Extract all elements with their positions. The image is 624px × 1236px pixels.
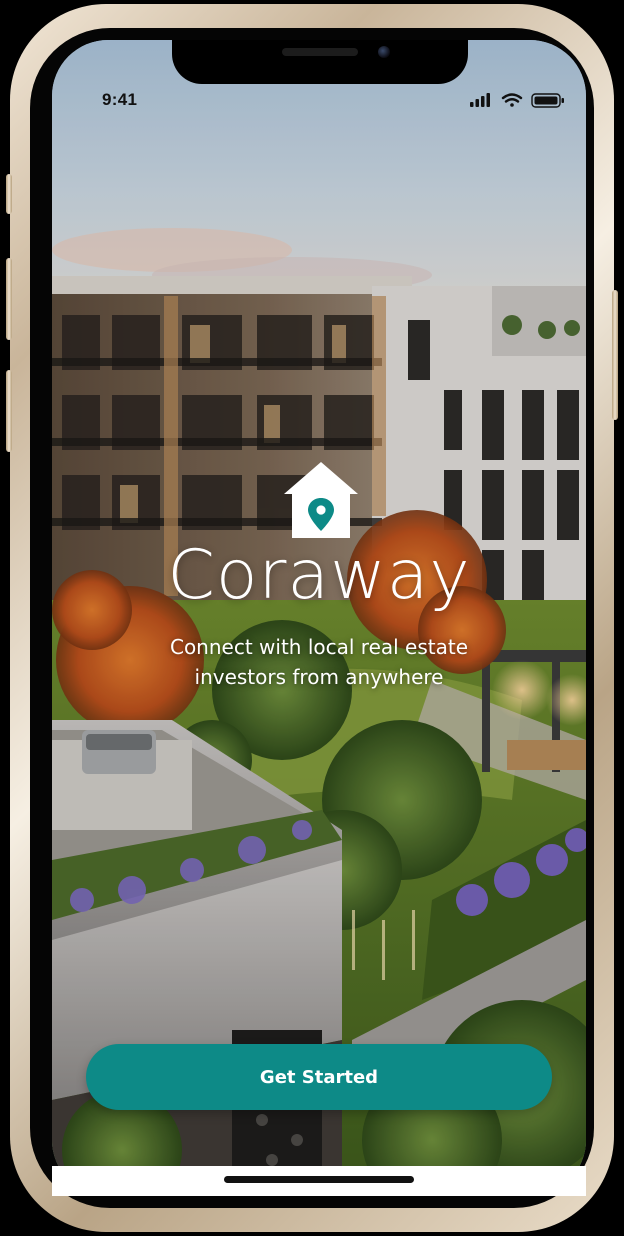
volume-down-button <box>6 370 12 452</box>
wifi-icon <box>501 93 523 107</box>
volume-up-button <box>6 258 12 340</box>
tagline-line-1: Connect with local real estate <box>169 635 469 659</box>
battery-icon <box>531 93 564 108</box>
status-time: 9:41 <box>102 90 138 109</box>
cellular-signal-icon <box>470 93 490 107</box>
background-photo-courtyard <box>52 40 586 1196</box>
tagline-line-2: investors from anywhere <box>194 665 444 689</box>
tagline: Connect with local real estate investors… <box>52 632 586 692</box>
home-location-pin-icon <box>284 462 358 538</box>
mute-switch <box>6 174 12 214</box>
power-button <box>612 290 618 420</box>
device-notch <box>172 40 468 84</box>
status-icons <box>470 92 566 108</box>
home-indicator[interactable] <box>224 1176 414 1183</box>
get-started-button[interactable]: Get Started <box>86 1044 552 1110</box>
app-name: Coraway <box>167 536 471 615</box>
earpiece-speaker <box>282 48 358 56</box>
app-screen <box>52 40 586 1196</box>
front-camera <box>378 46 390 58</box>
